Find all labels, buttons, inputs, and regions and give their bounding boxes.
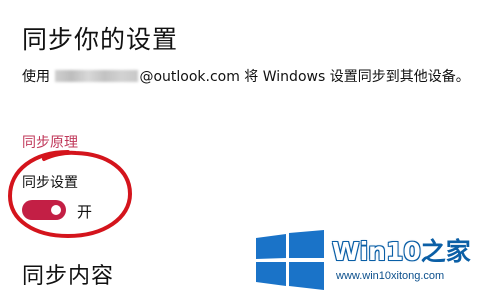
watermark-brand-win: Win10 <box>332 237 421 266</box>
page-title: 同步你的设置 <box>22 25 179 54</box>
how-sync-works-link[interactable]: 同步原理 <box>22 132 78 152</box>
blurred-email-username <box>55 70 139 82</box>
description-prefix: 使用 <box>22 69 55 85</box>
toggle-state-label: 开 <box>77 203 93 221</box>
windows-logo-icon <box>256 230 324 290</box>
sync-settings-label: 同步设置 <box>22 175 78 191</box>
description-suffix: 将 Windows 设置同步到其他设备。 <box>239 69 470 85</box>
watermark-url: www.win10xitong.com <box>331 268 450 284</box>
description-email-domain: @outlook.com <box>139 69 240 85</box>
red-annotation-circle <box>7 150 133 239</box>
watermark-brand: Win10之家 <box>332 232 471 268</box>
toggle-knob <box>51 205 61 215</box>
watermark-brand-zh: 之家 <box>420 237 471 266</box>
sync-settings-toggle[interactable] <box>22 200 66 220</box>
site-watermark: Win10之家 www.win10xitong.com <box>252 226 484 300</box>
sync-content-heading: 同步内容 <box>22 264 115 289</box>
annotation-stroke <box>7 150 133 239</box>
sync-description: 使用 @outlook.com 将 Windows 设置同步到其他设备。 <box>22 66 472 88</box>
sync-settings-page: 同步你的设置 使用 @outlook.com 将 Windows 设置同步到其他… <box>0 0 484 300</box>
